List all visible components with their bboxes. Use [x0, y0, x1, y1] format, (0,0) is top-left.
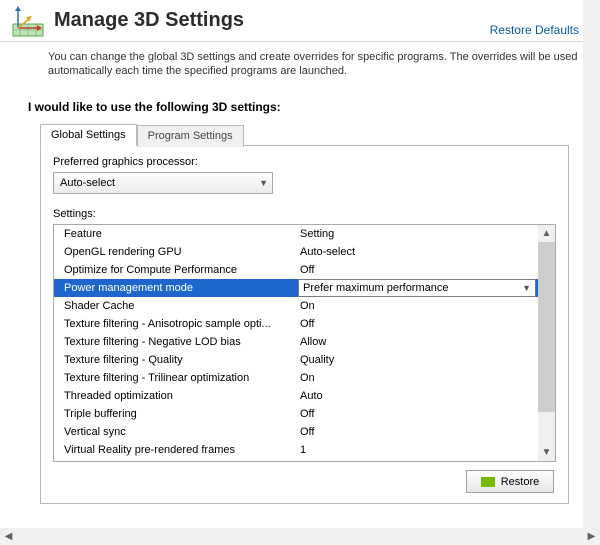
- page-title: Manage 3D Settings: [54, 6, 244, 34]
- settings-row-value: Allow: [298, 333, 538, 351]
- settings-row-feature: Texture filtering - Anisotropic sample o…: [60, 315, 298, 333]
- settings-row[interactable]: OpenGL rendering GPUAuto-select: [54, 243, 538, 261]
- tab-global-settings[interactable]: Global Settings: [40, 124, 137, 146]
- settings-row-value[interactable]: Prefer maximum performance ▼: [298, 279, 536, 297]
- restore-button[interactable]: Restore: [466, 470, 554, 493]
- settings-row[interactable]: Triple bufferingOff: [54, 405, 538, 423]
- settings-row-feature: Texture filtering - Negative LOD bias: [60, 333, 298, 351]
- settings-row-value: Quality: [298, 351, 538, 369]
- preferred-processor-select[interactable]: Auto-select ▼: [53, 172, 273, 194]
- settings-row-feature: Texture filtering - Trilinear optimizati…: [60, 369, 298, 387]
- settings-row[interactable]: Vertical syncOff: [54, 423, 538, 441]
- tab-program-settings[interactable]: Program Settings: [137, 125, 244, 147]
- settings-scrollbar[interactable]: ▲ ▼: [538, 225, 555, 461]
- content-frame: Manage 3D Settings Restore Defaults You …: [0, 0, 595, 528]
- settings-row[interactable]: Optimize for Compute PerformanceOff: [54, 261, 538, 279]
- settings-list-header: Feature Setting: [54, 225, 538, 243]
- settings-row-value: On: [298, 369, 538, 387]
- settings-row[interactable]: Power management modePrefer maximum perf…: [54, 279, 538, 297]
- settings-row-feature: OpenGL rendering GPU: [60, 243, 298, 261]
- settings-row[interactable]: Threaded optimizationAuto: [54, 387, 538, 405]
- settings-row-value: Off: [298, 423, 538, 441]
- restore-button-label: Restore: [501, 476, 540, 488]
- settings-row-feature: Triple buffering: [60, 405, 298, 423]
- preferred-processor-value: Auto-select: [60, 177, 115, 189]
- settings-row-feature: Threaded optimization: [60, 387, 298, 405]
- column-header-feature: Feature: [60, 225, 298, 243]
- settings-row-value: On: [298, 297, 538, 315]
- settings-row[interactable]: Texture filtering - QualityQuality: [54, 351, 538, 369]
- settings-row[interactable]: Texture filtering - Negative LOD biasAll…: [54, 333, 538, 351]
- window-horizontal-scrollbar[interactable]: ◀ ▶: [0, 528, 600, 545]
- settings-row[interactable]: Shader CacheOn: [54, 297, 538, 315]
- page-description: You can change the global 3D settings an…: [0, 42, 593, 82]
- window-vertical-scrollbar[interactable]: [583, 0, 600, 528]
- tabs-container: Global Settings Program Settings Preferr…: [40, 124, 569, 504]
- settings-row-value: 1: [298, 441, 538, 459]
- settings-row-feature: Shader Cache: [60, 297, 298, 315]
- panel-button-row: Restore: [53, 470, 556, 493]
- settings-row[interactable]: Texture filtering - Trilinear optimizati…: [54, 369, 538, 387]
- settings-row-value: Auto-select: [298, 243, 538, 261]
- scroll-down-icon[interactable]: ▼: [538, 444, 555, 461]
- settings-list-label: Settings:: [53, 208, 556, 220]
- settings-row-feature: Texture filtering - Quality: [60, 351, 298, 369]
- column-header-setting: Setting: [298, 225, 538, 243]
- settings-row-feature: Virtual Reality pre-rendered frames: [60, 441, 298, 459]
- settings-row-value: Off: [298, 315, 538, 333]
- settings-row-value: Auto: [298, 387, 538, 405]
- settings-row-feature: Vertical sync: [60, 423, 298, 441]
- settings-row-value-text: Prefer maximum performance: [303, 280, 449, 296]
- settings-list: Feature Setting OpenGL rendering GPUAuto…: [53, 224, 556, 462]
- nvidia-3d-icon: [12, 6, 44, 38]
- settings-prompt: I would like to use the following 3D set…: [0, 82, 593, 124]
- settings-row[interactable]: Texture filtering - Anisotropic sample o…: [54, 315, 538, 333]
- settings-row-feature: Optimize for Compute Performance: [60, 261, 298, 279]
- preferred-processor-label: Preferred graphics processor:: [53, 156, 556, 168]
- header-bar: Manage 3D Settings Restore Defaults: [0, 0, 593, 42]
- tab-strip: Global Settings Program Settings: [40, 124, 569, 146]
- settings-row-value: Off: [298, 405, 538, 423]
- restore-defaults-link[interactable]: Restore Defaults: [490, 23, 579, 37]
- nvidia-logo-icon: [481, 477, 495, 487]
- scroll-left-icon[interactable]: ◀: [0, 528, 17, 545]
- chevron-down-icon: ▼: [522, 280, 531, 296]
- scroll-up-icon[interactable]: ▲: [538, 225, 555, 242]
- scroll-thumb[interactable]: [538, 242, 555, 412]
- global-settings-panel: Preferred graphics processor: Auto-selec…: [40, 145, 569, 504]
- scroll-right-icon[interactable]: ▶: [583, 528, 600, 545]
- settings-row[interactable]: Virtual Reality pre-rendered frames1: [54, 441, 538, 459]
- settings-row-value: Off: [298, 261, 538, 279]
- settings-row-feature: Power management mode: [60, 279, 298, 297]
- chevron-down-icon: ▼: [259, 178, 268, 188]
